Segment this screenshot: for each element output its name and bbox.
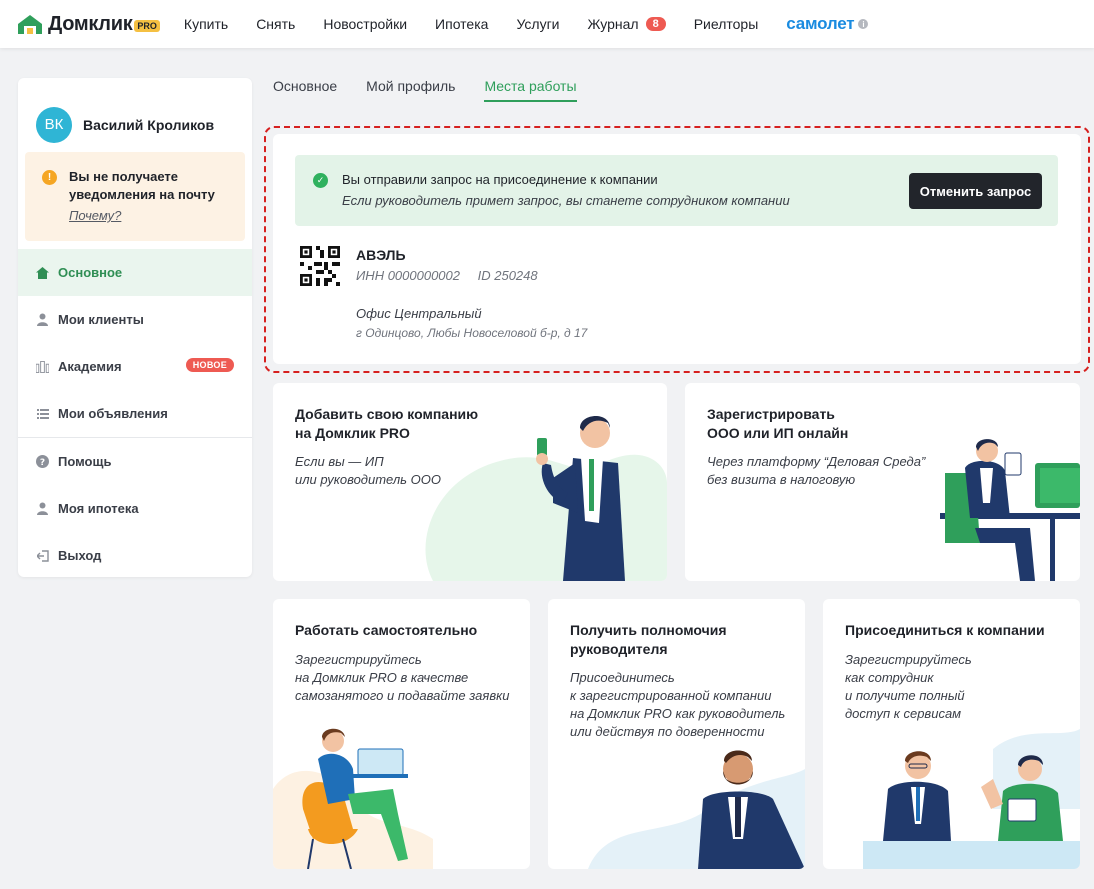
academy-icon <box>36 360 49 373</box>
warning-icon: ! <box>42 170 57 185</box>
nav-journal-label: Журнал <box>587 16 639 32</box>
sidebar-item-academy[interactable]: Академия НОВОЕ <box>18 343 252 390</box>
card-register-llc[interactable]: Зарегистрировать ООО или ИП онлайн Через… <box>685 383 1080 581</box>
nav-new-buildings[interactable]: Новостройки <box>323 16 407 32</box>
main-nav: Купить Снять Новостройки Ипотека Услуги … <box>184 14 869 34</box>
card-title: Работать самостоятельно <box>295 622 478 638</box>
list-icon <box>36 407 49 420</box>
office-desk-illustration <box>940 439 1080 581</box>
logo-text: Домклик <box>48 12 133 35</box>
why-link[interactable]: Почему? <box>69 207 245 225</box>
email-notice: ! Вы не получаете уведомления на почту П… <box>25 152 245 241</box>
nav-mortgage[interactable]: Ипотека <box>435 16 488 32</box>
sidebar: ВК Василий Кроликов ! Вы не получаете ув… <box>18 78 252 577</box>
card-title: Добавить свою компанию на Домклик PRO <box>295 406 479 441</box>
sidebar-item-label: Академия <box>58 359 122 374</box>
nav-buy[interactable]: Купить <box>184 16 228 32</box>
info-icon[interactable]: i <box>858 19 869 29</box>
nav-realtors[interactable]: Риелторы <box>694 16 759 32</box>
card-self-employed[interactable]: Работать самостоятельно Зарегистрируйтес… <box>273 599 530 869</box>
user-block[interactable]: ВК Василий Кроликов <box>18 78 252 152</box>
sidebar-item-listings[interactable]: Мои объявления <box>18 390 252 437</box>
svg-text:?: ? <box>40 458 45 468</box>
card-desc: Зарегистрируйтесь как сотрудник и получи… <box>845 652 972 721</box>
card-title: Зарегистрировать ООО или ИП онлайн <box>707 406 849 441</box>
card-desc: Присоединитесь к зарегистрированной комп… <box>570 670 786 739</box>
user-icon <box>36 502 49 515</box>
sidebar-item-label: Мои объявления <box>58 406 168 421</box>
top-header: Домклик PRO Купить Снять Новостройки Ипо… <box>0 0 1094 48</box>
tab-profile[interactable]: Мой профиль <box>366 78 455 102</box>
card-add-company[interactable]: Добавить свою компанию на Домклик PRO Ес… <box>273 383 667 581</box>
home-icon <box>36 266 49 279</box>
card-desc: Через платформу “Деловая Среда” без визи… <box>707 454 926 487</box>
sidebar-item-help[interactable]: ? Помощь <box>18 438 252 485</box>
nav-services[interactable]: Услуги <box>516 16 559 32</box>
notice-message: Вы не получаете уведомления на почту <box>69 169 215 202</box>
user-icon <box>36 313 49 326</box>
sidebar-item-label: Моя ипотека <box>58 501 139 516</box>
card-director-authority[interactable]: Получить полномочия руководителя Присоед… <box>548 599 805 869</box>
domclick-logo[interactable]: Домклик PRO <box>16 0 160 48</box>
journal-count-badge: 8 <box>645 17 666 31</box>
nav-rent[interactable]: Снять <box>256 16 295 32</box>
samolet-link[interactable]: самолет i <box>786 14 869 34</box>
tab-main[interactable]: Основное <box>273 78 337 102</box>
profile-tabs: Основное Мой профиль Места работы <box>273 78 606 102</box>
logout-icon <box>36 549 49 562</box>
person-laptop-illustration <box>273 728 433 869</box>
card-title: Получить полномочия руководителя <box>570 622 727 657</box>
card-title: Присоединиться к компании <box>845 622 1045 638</box>
sidebar-item-label: Выход <box>58 548 102 563</box>
highlight-frame <box>264 126 1090 373</box>
sidebar-item-logout[interactable]: Выход <box>18 532 252 577</box>
samolet-label: самолет <box>786 14 855 33</box>
bearded-man-illustration <box>588 750 805 869</box>
new-badge: НОВОЕ <box>185 358 234 372</box>
logo-house-icon <box>18 15 42 34</box>
sidebar-item-label: Помощь <box>58 454 112 469</box>
notice-text: Вы не получаете уведомления на почту Поч… <box>69 168 245 241</box>
user-name: Василий Кроликов <box>83 116 215 133</box>
sidebar-item-label: Мои клиенты <box>58 312 144 327</box>
card-desc: Зарегистрируйтесь на Домклик PRO в качес… <box>295 652 510 703</box>
sidebar-item-label: Основное <box>58 265 123 280</box>
card-desc: Если вы — ИП или руководитель ООО <box>295 454 441 487</box>
card-join-company[interactable]: Присоединиться к компании Зарегистрируйт… <box>823 599 1080 869</box>
nav-journal[interactable]: Журнал 8 <box>588 16 666 32</box>
help-icon: ? <box>36 455 49 468</box>
sidebar-item-clients[interactable]: Мои клиенты <box>18 296 252 343</box>
pro-badge: PRO <box>134 20 160 32</box>
tab-workplaces[interactable]: Места работы <box>484 78 577 102</box>
two-colleagues-illustration <box>863 729 1080 869</box>
avatar: ВК <box>36 106 72 143</box>
sidebar-item-my-mortgage[interactable]: Моя ипотека <box>18 485 252 532</box>
sidebar-menu: Основное Мои клиенты Академия НОВОЕ Мои … <box>18 249 252 577</box>
sidebar-item-main[interactable]: Основное <box>18 249 252 296</box>
